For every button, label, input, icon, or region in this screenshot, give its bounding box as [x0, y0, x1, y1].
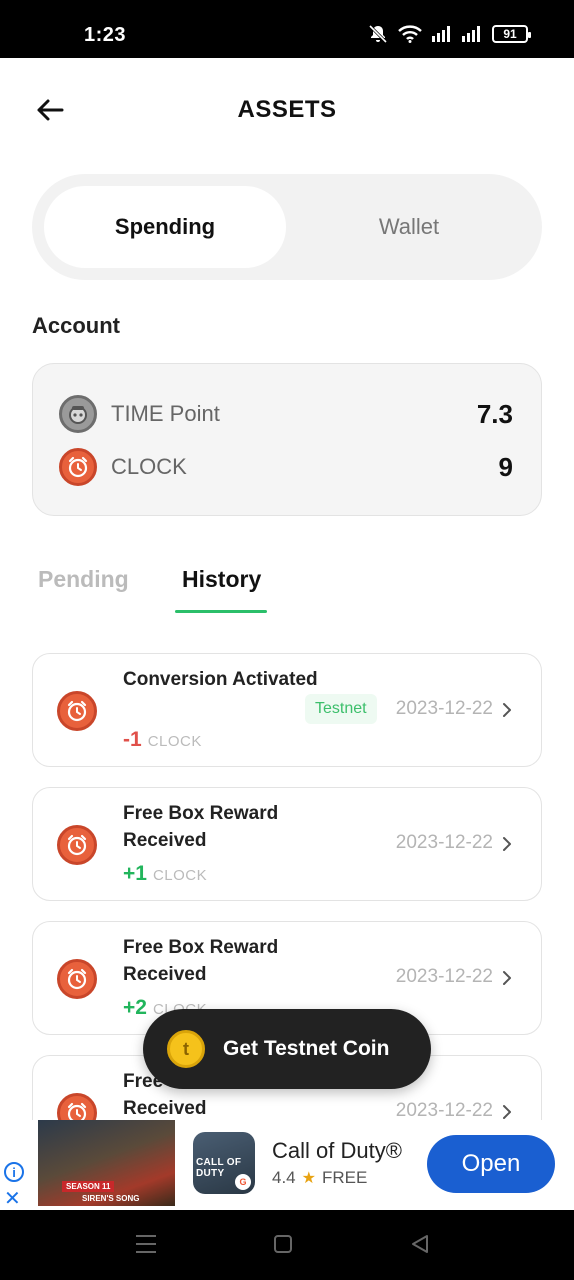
ad-price: FREE: [321, 1168, 368, 1187]
history-item[interactable]: Free Box Reward Received +1 CLOCK 2023-1…: [32, 787, 542, 901]
mute-bell-icon: [368, 24, 388, 44]
account-card: TIME Point 7.3 CLOCK 9: [32, 363, 542, 516]
get-testnet-coin-button[interactable]: t Get Testnet Coin: [143, 1009, 431, 1089]
ad-open-button[interactable]: Open: [427, 1135, 555, 1193]
ad-close-icon[interactable]: ✕: [4, 1186, 21, 1211]
chevron-right-icon: [503, 703, 511, 717]
account-label-clock: CLOCK: [111, 454, 187, 479]
tab-history[interactable]: History: [182, 566, 261, 593]
ad-banner: i ✕ SEASON 11 SIREN'S SONG CALL OF DUTY …: [0, 1120, 574, 1210]
signal-icon-1: [432, 26, 450, 42]
history-item[interactable]: Conversion Activated -1 CLOCK Testnet 20…: [32, 653, 542, 767]
clock-icon: [57, 1093, 97, 1120]
amount-value: +1: [123, 862, 147, 885]
history-date: 2023-12-22: [395, 698, 493, 719]
status-time: 1:23: [84, 24, 127, 46]
clock-icon: [57, 825, 97, 865]
system-nav-bar: [0, 1210, 574, 1280]
time-point-icon: [59, 395, 97, 433]
account-value-clock: 9: [498, 451, 513, 482]
tab-pending[interactable]: Pending: [38, 566, 129, 593]
status-bar: 1:23 91: [0, 0, 574, 58]
account-row-clock: CLOCK 9: [59, 447, 513, 487]
spending-wallet-toggle: Spending Wallet: [32, 174, 542, 280]
ad-info-icon[interactable]: i: [4, 1162, 24, 1182]
history-amount: -1 CLOCK: [123, 728, 202, 752]
history-date: 2023-12-22: [395, 832, 493, 853]
battery-level: 91: [503, 27, 517, 41]
status-icons: 91: [368, 24, 531, 44]
chevron-right-icon: [503, 1105, 511, 1119]
ad-rating-value: 4.4: [272, 1168, 296, 1187]
ad-info-glyph: i: [12, 1164, 16, 1180]
history-title: Free Box Reward Received: [123, 803, 279, 851]
chevron-right-icon: [503, 971, 511, 985]
coin-letter: t: [183, 1038, 189, 1059]
chevron-right-icon: [503, 837, 511, 851]
active-tab-indicator: [175, 610, 267, 613]
clock-icon: [59, 448, 97, 486]
tab-wallet[interactable]: Wallet: [288, 186, 530, 268]
wifi-icon: [398, 25, 422, 43]
ad-promo-image[interactable]: SEASON 11 SIREN'S SONG: [38, 1120, 175, 1206]
testnet-badge: Testnet: [305, 694, 377, 724]
back-nav-icon[interactable]: [410, 1234, 430, 1254]
account-value-time-point: 7.3: [476, 398, 513, 429]
star-icon: ★: [301, 1170, 316, 1187]
ad-image-song-text: SIREN'S SONG: [82, 1194, 140, 1203]
clock-icon: [57, 691, 97, 731]
app-header: ASSETS: [0, 58, 574, 158]
ad-app-name[interactable]: Call of Duty®: [272, 1138, 402, 1164]
signal-icon-2: [462, 26, 480, 42]
ad-close-glyph: ✕: [4, 1188, 21, 1210]
ad-image-season-text: SEASON 11: [62, 1181, 115, 1192]
history-date: 2023-12-22: [395, 1100, 493, 1120]
get-testnet-coin-label: Get Testnet Coin: [223, 1037, 390, 1060]
home-icon[interactable]: [273, 1234, 293, 1254]
recent-apps-icon[interactable]: [135, 1234, 157, 1254]
page-title: ASSETS: [237, 96, 337, 123]
ad-app-icon[interactable]: CALL OF DUTY G: [193, 1132, 255, 1194]
amount-value: +2: [123, 996, 147, 1019]
account-row-time-point: TIME Point 7.3: [59, 394, 513, 434]
history-date: 2023-12-22: [395, 966, 493, 987]
tab-spending[interactable]: Spending: [44, 186, 286, 268]
account-section-label: Account: [32, 313, 120, 338]
account-label-time-point: TIME Point: [111, 401, 220, 426]
garena-logo-icon: G: [235, 1174, 251, 1190]
history-title: Conversion Activated: [123, 669, 318, 690]
coin-icon: t: [167, 1030, 205, 1068]
amount-value: -1: [123, 728, 142, 751]
amount-unit: CLOCK: [152, 867, 208, 884]
history-amount: +1 CLOCK: [123, 862, 207, 886]
ad-rating-row: 4.4 ★ FREE: [272, 1168, 367, 1188]
amount-unit: CLOCK: [147, 733, 202, 750]
battery-indicator: 91: [492, 25, 531, 43]
history-title: Free Box Reward Received: [123, 937, 279, 985]
clock-icon: [57, 959, 97, 999]
